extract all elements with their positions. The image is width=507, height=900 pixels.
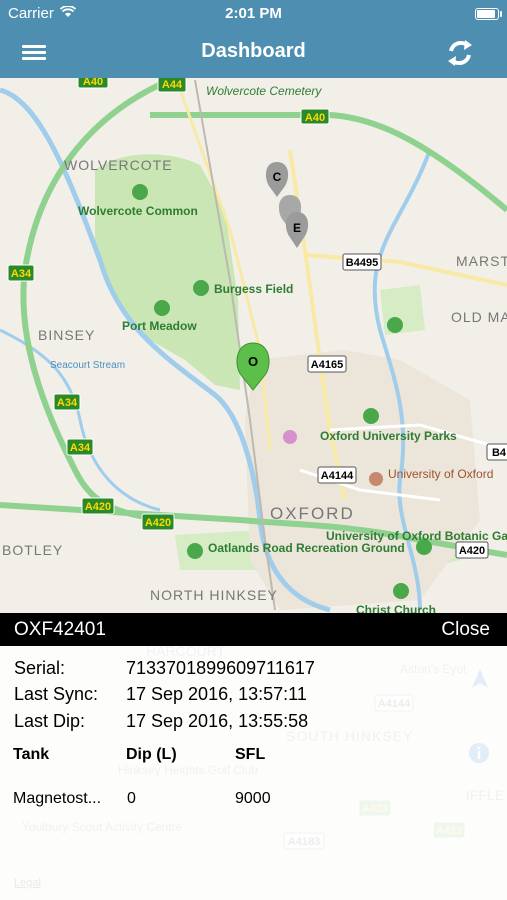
label-oxford: OXFORD (270, 504, 355, 523)
label-wolvercote-cemetery: Wolvercote Cemetery (206, 84, 322, 98)
label-wolvercote: WOLVERCOTE (64, 157, 173, 173)
refresh-icon[interactable] (443, 37, 477, 69)
label-marston: MARST (456, 253, 507, 269)
svg-text:A4144: A4144 (321, 470, 354, 482)
svg-text:A40: A40 (305, 112, 325, 124)
road-shield-a44: A44 (157, 76, 187, 93)
road-shield-a420-right: A420 (455, 541, 489, 559)
road-shield-a4144: A4144 (317, 466, 357, 484)
road-shield-a4165: A4165 (307, 355, 347, 373)
label-old-marston: OLD MA (451, 309, 507, 325)
svg-text:A4165: A4165 (311, 359, 343, 371)
road-shield-b4: B4 (486, 443, 507, 461)
label-burgess-field: Burgess Field (214, 282, 293, 296)
svg-text:A44: A44 (162, 79, 183, 91)
status-bar: Carrier 2:01 PM (0, 0, 507, 28)
field-value: 17 Sep 2016, 13:55:58 (126, 711, 309, 731)
svg-text:A34: A34 (70, 442, 91, 454)
road-shield-a34-mid: A34 (53, 393, 81, 411)
road-shield-a34-low: A34 (66, 438, 94, 456)
svg-text:C: C (273, 170, 282, 184)
university-icon (369, 472, 383, 486)
road-shield-a420-left: A420 (81, 497, 115, 515)
svg-text:A420: A420 (85, 501, 111, 513)
svg-text:A420: A420 (459, 545, 485, 557)
table-cell-tank: Magnetost... (13, 790, 102, 807)
label-university-oxford: University of Oxford (388, 467, 493, 481)
field-label: Serial: (14, 658, 66, 678)
svg-text:O: O (248, 354, 258, 369)
svg-text:B4: B4 (492, 447, 507, 459)
detail-header: OXF42401 Close (0, 613, 507, 646)
detail-panel: Serial: 7133701899609711617 Last Sync: 1… (0, 646, 507, 900)
label-seacourt-stream: Seacourt Stream (50, 360, 125, 371)
svg-text:E: E (293, 221, 301, 235)
svg-text:B4495: B4495 (346, 257, 378, 269)
svg-text:A34: A34 (11, 268, 32, 280)
road-shield-b4495: B4495 (342, 253, 382, 271)
page-title: Dashboard (201, 40, 306, 62)
field-value: 7133701899609711617 (126, 658, 315, 678)
road-shield-a40-right: A40 (300, 108, 330, 125)
nav-bar: Dashboard (0, 28, 507, 78)
battery-icon (475, 8, 502, 20)
device-id: OXF42401 (14, 619, 106, 640)
museum-icon (283, 430, 297, 444)
label-binsey: BINSEY (38, 327, 95, 343)
svg-text:A34: A34 (57, 397, 78, 409)
status-time: 2:01 PM (225, 5, 282, 22)
label-wolvercote-common: Wolvercote Common (78, 204, 198, 218)
table-header-sfl: SFL (235, 746, 266, 763)
label-port-meadow: Port Meadow (122, 319, 197, 333)
label-botley: BOTLEY (2, 542, 63, 558)
field-label: Last Dip: (14, 711, 86, 731)
label-oxford-parks: Oxford University Parks (320, 429, 457, 443)
svg-text:A420: A420 (145, 517, 171, 529)
label-oatlands: Oatlands Road Recreation Ground (208, 541, 405, 555)
table-cell-sfl: 9000 (235, 790, 271, 807)
table-cell-dip: 0 (127, 790, 136, 807)
close-button[interactable]: Close (441, 619, 490, 641)
field-value: 17 Sep 2016, 13:57:11 (126, 684, 307, 704)
table-header-tank: Tank (13, 746, 50, 763)
road-shield-a34-left: A34 (7, 264, 35, 282)
field-label: Last Sync: (14, 684, 99, 704)
table-header-dip: Dip (L) (126, 746, 177, 763)
road-shield-a420-mid: A420 (141, 513, 175, 531)
label-north-hinksey: NORTH HINKSEY (150, 587, 278, 603)
